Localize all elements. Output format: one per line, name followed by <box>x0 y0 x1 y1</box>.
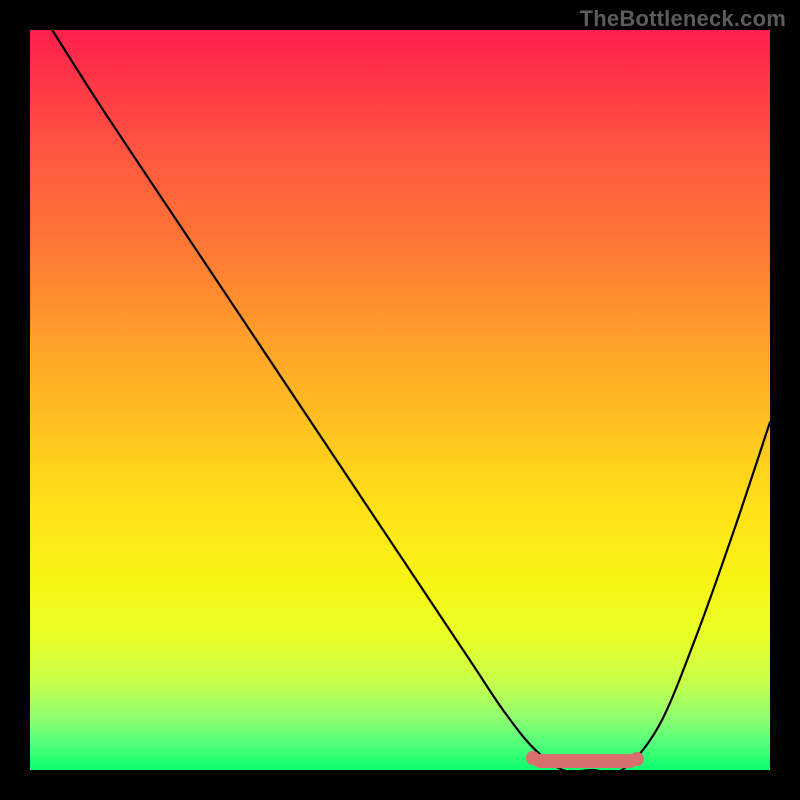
bottleneck-curve <box>30 30 770 770</box>
optimal-range-band <box>533 754 637 768</box>
optimal-range-dot-right <box>630 752 644 766</box>
plot-area <box>30 30 770 770</box>
chart-stage: TheBottleneck.com <box>0 0 800 800</box>
watermark-text: TheBottleneck.com <box>580 6 786 32</box>
